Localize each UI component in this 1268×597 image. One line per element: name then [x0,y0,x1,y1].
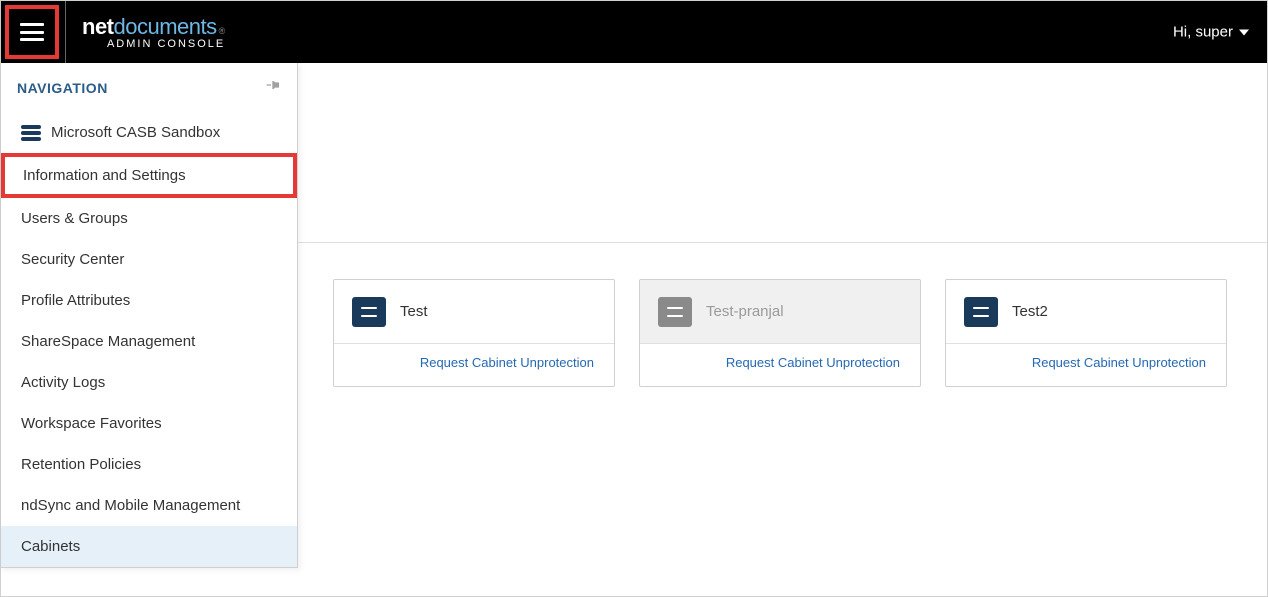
cabinet-card-header: Test [334,280,614,344]
cabinet-name: Test2 [1012,303,1048,320]
sidebar-item-label: ShareSpace Management [21,333,195,350]
cabinet-card[interactable]: Test Request Cabinet Unprotection [333,279,615,387]
divider [65,1,66,63]
hamburger-icon [20,23,44,41]
request-unprotection-link[interactable]: Request Cabinet Unprotection [420,355,594,370]
sidebar-item-profile-attributes[interactable]: Profile Attributes [1,280,297,321]
cabinet-card-header: Test-pranjal [640,280,920,344]
sidebar-item-retention-policies[interactable]: Retention Policies [1,444,297,485]
user-menu[interactable]: Hi, super [1173,24,1249,41]
sidebar-list: Microsoft CASB Sandbox Information and S… [1,112,297,567]
cabinet-icon [964,297,998,327]
pin-icon[interactable] [265,77,281,98]
request-unprotection-link[interactable]: Request Cabinet Unprotection [726,355,900,370]
cabinet-name: Test [400,303,428,320]
chevron-down-icon [1239,29,1249,35]
sidebar-item-cabinets[interactable]: Cabinets [1,526,297,567]
sidebar-item-label: Activity Logs [21,374,105,391]
cabinet-card-header: Test2 [946,280,1226,344]
logo-text-documents: documents [114,14,217,40]
sidebar-item-repository[interactable]: Microsoft CASB Sandbox [1,112,297,153]
sidebar-item-sharespace[interactable]: ShareSpace Management [1,321,297,362]
cabinet-icon [658,297,692,327]
sidebar-item-ndsync-mobile[interactable]: ndSync and Mobile Management [1,485,297,526]
cabinet-card[interactable]: Test-pranjal Request Cabinet Unprotectio… [639,279,921,387]
sidebar-item-label: Security Center [21,251,124,268]
app-header: netdocuments® ADMIN CONSOLE Hi, super [1,1,1267,63]
database-icon [21,125,41,141]
request-unprotection-link[interactable]: Request Cabinet Unprotection [1032,355,1206,370]
sidebar-item-label: ndSync and Mobile Management [21,497,240,514]
cabinet-card[interactable]: Test2 Request Cabinet Unprotection [945,279,1227,387]
sidebar-item-label: Workspace Favorites [21,415,162,432]
sidebar-item-information-settings[interactable]: Information and Settings [1,153,297,198]
logo-text-net: net [82,14,114,40]
sidebar-item-activity-logs[interactable]: Activity Logs [1,362,297,403]
sidebar-item-users-groups[interactable]: Users & Groups [1,198,297,239]
sidebar-item-security-center[interactable]: Security Center [1,239,297,280]
cabinet-cards: Test Request Cabinet Unprotection Test-p… [333,279,1243,387]
sidebar: NAVIGATION Microsoft CASB Sandbox Inform… [1,63,298,568]
sidebar-item-label: Retention Policies [21,456,141,473]
sidebar-item-label: Cabinets [21,538,80,555]
cabinet-name: Test-pranjal [706,303,784,320]
sidebar-item-label: Profile Attributes [21,292,130,309]
sidebar-title: NAVIGATION [17,80,108,96]
logo-registered: ® [219,26,226,36]
cabinet-icon [352,297,386,327]
brand-logo: netdocuments® ADMIN CONSOLE [82,14,225,50]
logo-subtitle: ADMIN CONSOLE [82,38,225,50]
sidebar-item-label: Information and Settings [23,167,186,184]
sidebar-item-workspace-favorites[interactable]: Workspace Favorites [1,403,297,444]
sidebar-header: NAVIGATION [1,63,297,112]
user-greeting: Hi, super [1173,24,1233,41]
sidebar-item-label: Users & Groups [21,210,128,227]
sidebar-item-label: Microsoft CASB Sandbox [51,124,220,141]
menu-button[interactable] [5,5,59,59]
